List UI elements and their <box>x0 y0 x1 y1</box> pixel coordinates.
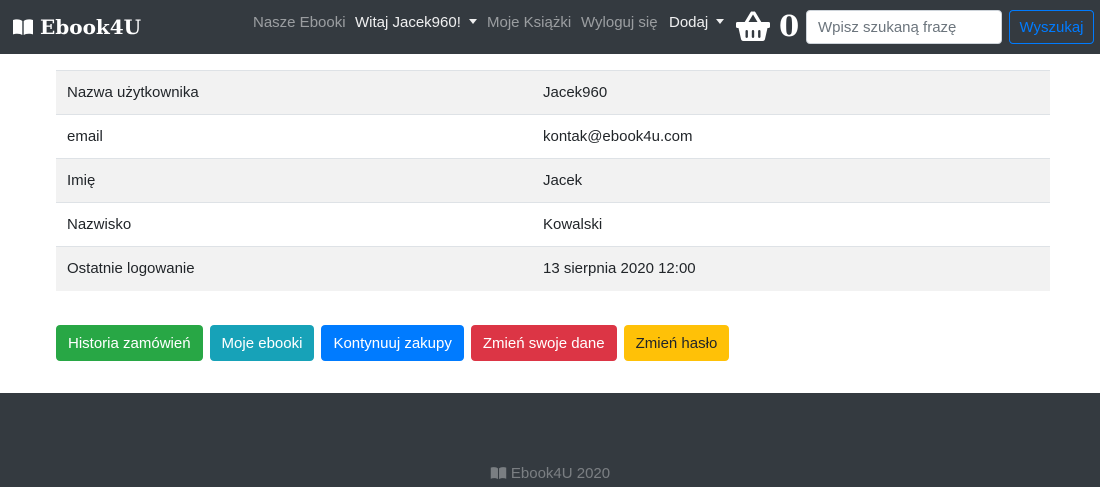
last-login-label: Ostatnie logowanie <box>56 246 533 291</box>
shopping-basket-icon <box>736 11 770 41</box>
nav-add-dropdown[interactable]: Dodaj <box>669 14 725 32</box>
nav-our-ebooks[interactable]: Nasze Ebooki <box>253 14 346 32</box>
last-login-value: 13 sierpnia 2020 12:00 <box>533 246 1050 291</box>
brand-name: Ebook4U <box>40 15 142 39</box>
nav-logout[interactable]: Wyloguj się <box>581 14 658 32</box>
cart-link[interactable] <box>735 10 771 46</box>
email-value: kontak@ebook4u.com <box>533 114 1050 159</box>
first-name-value: Jacek <box>533 158 1050 203</box>
footer: Ebook4U 2020 <box>0 393 1100 487</box>
search-button[interactable]: Wyszukaj <box>1009 10 1094 44</box>
caret-down-icon <box>468 19 477 24</box>
table-row: Imię Jacek <box>56 158 1050 203</box>
order-history-button[interactable]: Historia zamówień <box>56 325 203 361</box>
table-row: Nazwisko Kowalski <box>56 202 1050 247</box>
account-actions: Historia zamówień Moje ebooki Kontynuuj … <box>56 325 736 361</box>
email-label: email <box>56 114 533 159</box>
first-name-label: Imię <box>56 158 533 203</box>
caret-down-icon <box>716 19 725 24</box>
navbar: Ebook4U Nasze Ebooki Witaj Jacek960! Moj… <box>0 0 1100 54</box>
add-label: Dodaj <box>669 14 709 31</box>
footer-copyright: Ebook4U 2020 <box>0 465 1100 483</box>
brand-link[interactable]: Ebook4U <box>12 13 141 41</box>
table-row: Ostatnie logowanie 13 sierpnia 2020 12:0… <box>56 246 1050 291</box>
footer-text: Ebook4U 2020 <box>510 465 611 482</box>
search-input[interactable] <box>806 10 1002 44</box>
last-name-label: Nazwisko <box>56 202 533 247</box>
continue-shopping-button[interactable]: Kontynuuj zakupy <box>321 325 464 361</box>
book-open-icon <box>13 19 33 35</box>
change-password-button[interactable]: Zmień hasło <box>623 325 730 361</box>
table-row: email kontak@ebook4u.com <box>56 114 1050 159</box>
user-greeting: Witaj Jacek960! <box>355 14 461 31</box>
edit-data-button[interactable]: Zmień swoje dane <box>470 325 617 361</box>
username-value: Jacek960 <box>533 70 1050 115</box>
cart-count: 0 <box>779 9 800 43</box>
book-open-icon <box>490 467 507 480</box>
table-row: Nazwa użytkownika Jacek960 <box>56 70 1050 115</box>
nav-my-books[interactable]: Moje Książki <box>487 14 571 32</box>
profile-table: Nazwa użytkownika Jacek960 email kontak@… <box>56 70 1050 291</box>
username-label: Nazwa użytkownika <box>56 70 533 115</box>
last-name-value: Kowalski <box>533 202 1050 247</box>
my-ebooks-button[interactable]: Moje ebooki <box>209 325 315 361</box>
nav-user-dropdown[interactable]: Witaj Jacek960! <box>355 14 477 32</box>
